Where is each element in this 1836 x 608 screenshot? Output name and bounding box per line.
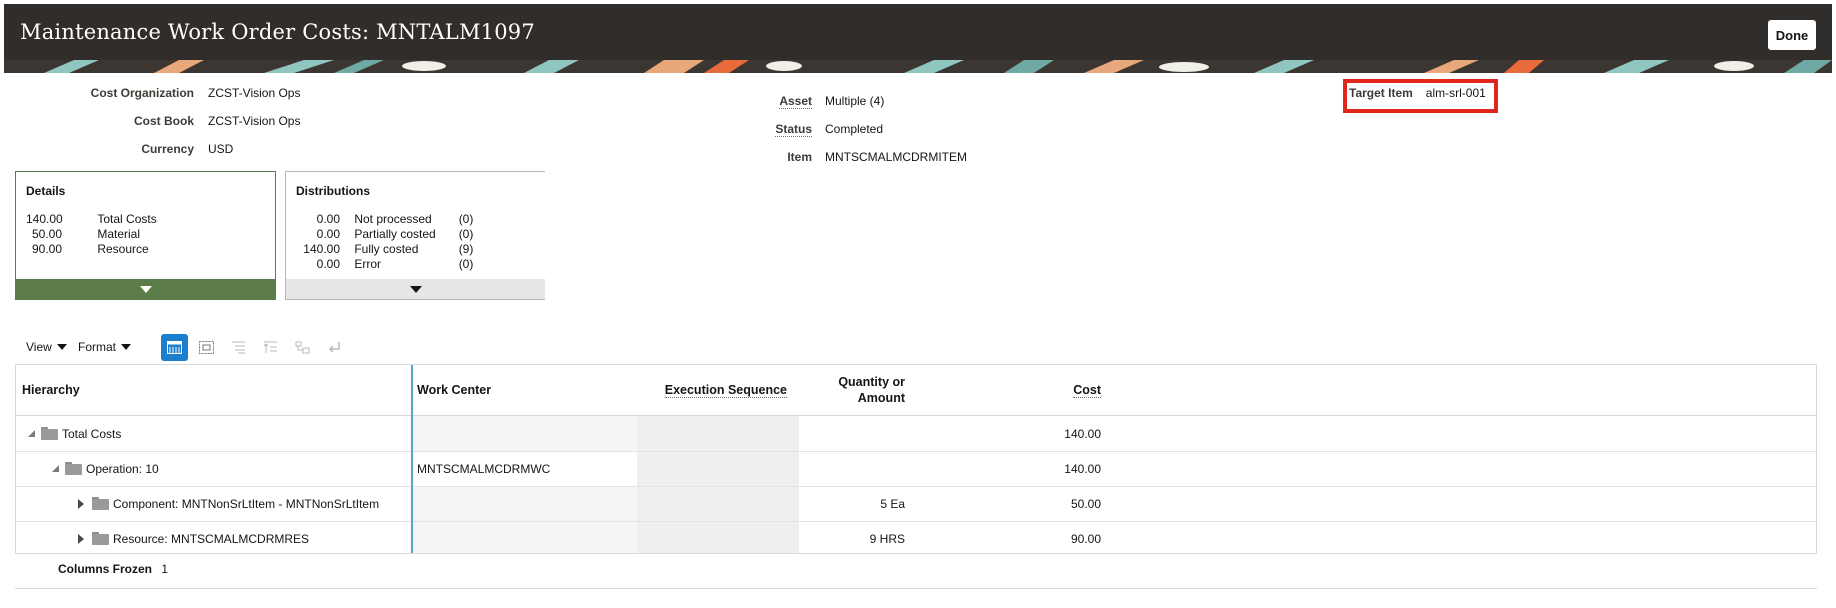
chevron-down-icon (121, 344, 132, 350)
cost-cell: 50.00 (1070, 496, 1101, 511)
distributions-row: 140.00 Fully costed (9) (303, 242, 474, 256)
distributions-tile-expand[interactable] (286, 279, 545, 299)
wrap-icon (321, 334, 348, 361)
format-menu-label: Format (78, 340, 117, 354)
asset-link[interactable]: Multiple (4) (825, 94, 884, 108)
distributions-row: 0.00 Not processed (0) (316, 212, 474, 226)
cost-organization-label: Cost Organization (90, 86, 194, 100)
cost-cell: 90.00 (1070, 531, 1101, 546)
details-tile-title: Details (26, 184, 66, 198)
quantity-cell: 9 HRS (869, 531, 905, 546)
cost-book-field: Cost Book ZCST-Vision Ops (15, 114, 300, 128)
detach-icon[interactable] (161, 334, 188, 361)
currency-field: Currency USD (15, 142, 233, 156)
asset-label: Asset (779, 94, 812, 109)
cost-hierarchy-table: Hierarchy Work Center Execution Sequence… (15, 364, 1817, 554)
chevron-down-icon (139, 286, 152, 293)
column-header-quantity[interactable]: Quantity or Amount (799, 365, 905, 415)
hierarchy-cell: Operation: 10 (86, 461, 159, 476)
hierarchy-cell: Component: MNTNonSrLtItem - MNTNonSrLtIt… (113, 496, 380, 511)
cost-organization-field: Cost Organization ZCST-Vision Ops (15, 86, 301, 100)
table-row[interactable]: Resource: MNTSCMALMCDRMRES (78, 521, 309, 556)
target-item-value: alm-srl-001 (1425, 86, 1486, 100)
view-menu-label: View (26, 340, 52, 354)
columns-frozen-status: Columns Frozen 1 (58, 562, 168, 576)
column-header-cost[interactable]: Cost (909, 365, 1101, 415)
expand-toggle-icon[interactable] (78, 498, 84, 509)
chevron-down-icon (56, 344, 67, 350)
chevron-down-icon (409, 286, 422, 293)
details-infotile[interactable]: Details 140.00 Total Costs 50.00 Materia… (15, 171, 276, 300)
done-button[interactable]: Done (1768, 20, 1816, 50)
expand-toggle-icon[interactable] (78, 533, 84, 544)
page-header: Maintenance Work Order Costs: MNTALM1097… (4, 4, 1832, 60)
work-center-cell: MNTSCMALMCDRMWC (417, 461, 551, 476)
currency-label: Currency (141, 142, 194, 156)
table-row[interactable]: Operation: 10 (52, 451, 159, 486)
status-label: Status (775, 122, 812, 137)
status-value: Completed (825, 122, 884, 136)
distributions-tile-title: Distributions (296, 184, 370, 198)
target-item-field: Target Item alm-srl-001 (1349, 86, 1486, 100)
table-row[interactable]: Total Costs (28, 416, 121, 451)
decorative-banner (4, 60, 1832, 73)
column-header-execution-sequence[interactable]: Execution Sequence (637, 365, 787, 415)
folder-icon (41, 427, 58, 440)
cell-shade (637, 416, 799, 553)
currency-value: USD (208, 142, 234, 156)
freeze-icon[interactable] (193, 334, 220, 361)
folder-icon (92, 497, 109, 510)
frozen-column-divider[interactable] (411, 365, 413, 553)
folder-icon (92, 532, 109, 545)
divider (15, 588, 1817, 589)
table-row[interactable]: Component: MNTNonSrLtItem - MNTNonSrLtIt… (78, 486, 379, 521)
asset-field: Asset Multiple (4) (700, 94, 884, 109)
collapse-all-icon (257, 334, 284, 361)
column-header-hierarchy[interactable]: Hierarchy (22, 365, 80, 415)
distributions-infotile[interactable]: Distributions 0.00 Not processed (0) 0.0… (285, 171, 545, 300)
page-title: Maintenance Work Order Costs: MNTALM1097 (20, 20, 535, 44)
distributions-row: 0.00 Partially costed (0) (316, 227, 474, 241)
cost-cell: 140.00 (1064, 461, 1101, 476)
item-value: MNTSCMALMCDRMITEM (825, 150, 967, 164)
view-menu[interactable]: View (26, 340, 67, 354)
details-row: 90.00 Resource (31, 242, 149, 256)
distributions-row: 0.00 Error (0) (316, 257, 474, 271)
format-menu[interactable]: Format (78, 340, 132, 354)
details-tile-expand[interactable] (16, 279, 275, 299)
cost-book-label: Cost Book (134, 114, 194, 128)
item-label: Item (787, 150, 812, 164)
columns-frozen-label: Columns Frozen (58, 562, 153, 576)
hierarchy-cell: Resource: MNTSCMALMCDRMRES (113, 531, 310, 546)
cost-cell: 140.00 (1064, 426, 1101, 441)
item-field: Item MNTSCMALMCDRMITEM (700, 150, 967, 164)
target-item-label: Target Item (1349, 86, 1413, 100)
cost-book-value: ZCST-Vision Ops (208, 114, 301, 128)
columns-frozen-value: 1 (161, 562, 169, 576)
column-header-work-center[interactable]: Work Center (417, 365, 491, 415)
go-to-top-icon (289, 334, 316, 361)
details-row: 140.00 Total Costs (26, 212, 157, 226)
expand-all-icon (225, 334, 252, 361)
details-row: 50.00 Material (31, 227, 141, 241)
collapse-toggle-icon[interactable] (52, 465, 59, 472)
quantity-cell: 5 Ea (880, 496, 905, 511)
cost-organization-value: ZCST-Vision Ops (208, 86, 301, 100)
folder-icon (65, 462, 82, 475)
status-field: Status Completed (700, 122, 884, 137)
collapse-toggle-icon[interactable] (28, 430, 35, 437)
hierarchy-cell: Total Costs (62, 426, 122, 441)
